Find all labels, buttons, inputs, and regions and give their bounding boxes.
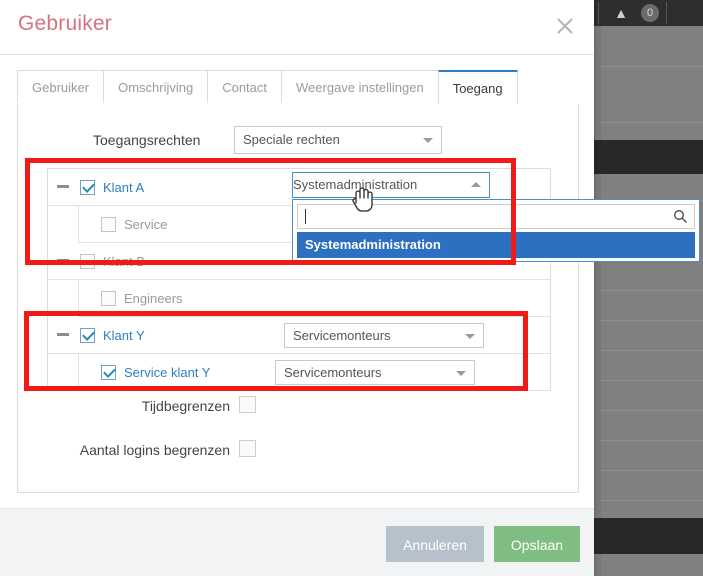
tab-gebruiker[interactable]: Gebruiker [17,70,105,103]
warning-triangle-icon[interactable]: ▲ [612,4,630,22]
row-label: Klant A [103,180,145,195]
gebruiker-dialog: Gebruiker Gebruiker Omschrijving Contact… [0,0,594,576]
background-app-left-column [594,26,601,576]
role-select[interactable]: Servicemonteurs [275,360,475,385]
row-checkbox[interactable] [101,217,116,232]
tab-toegang[interactable]: Toegang [437,70,518,104]
dialog-tabs: Gebruiker Omschrijving Contact Weergave … [17,70,579,105]
tab-weergave-instellingen[interactable]: Weergave instellingen [281,70,439,103]
row-checkbox[interactable] [80,180,95,195]
open-role-value: Systemadministration [293,177,418,192]
row-checkbox[interactable] [80,328,95,343]
background-dark-band [594,140,703,174]
role-value: Servicemonteurs [293,328,391,343]
cancel-button[interactable]: Annuleren [386,526,484,562]
background-divider [600,122,703,123]
collapse-minus-icon[interactable] [57,185,69,188]
row-label: Service klant Y [124,365,211,380]
background-divider [600,410,703,411]
login-limit-label: Aantal logins begrenzen [79,442,230,458]
notification-count-icon[interactable]: 0 [641,4,659,22]
row-label: Klant Y [103,328,145,343]
access-rights-label: Toegangsrechten [93,132,201,148]
tab-omschrijving[interactable]: Omschrijving [103,70,209,103]
page-title: Gebruiker [18,12,113,35]
access-rights-select[interactable]: Speciale rechten [234,126,442,154]
screen: ▲ 0 Gebruiker Gebruiker Omschrijving Con… [0,0,703,576]
role-select[interactable]: Servicemonteurs [284,323,484,348]
row-checkbox[interactable] [80,254,95,269]
login-limit-row: Aantal logins begrenzen [46,440,256,460]
time-limit-checkbox[interactable] [239,396,256,413]
background-divider [600,350,703,351]
chevron-down-icon [423,138,433,143]
toegang-panel: Toegangsrechten Speciale rechten Klant A… [17,104,579,493]
open-role-select[interactable]: Systemadministration [292,172,490,198]
role-dropdown-panel: Systemadministration [292,199,700,262]
table-row[interactable]: Klant Y Servicemonteurs [48,317,550,354]
background-app-panel [594,26,703,576]
access-rights-value: Speciale rechten [243,132,340,147]
background-app-toolbar: ▲ 0 [594,0,703,26]
background-divider [600,320,703,321]
time-limit-row: Tijdbegrenzen [128,396,256,416]
background-divider [600,440,703,441]
access-rights-row: Toegangsrechten Speciale rechten [18,126,578,154]
background-divider [600,500,703,501]
background-dark-band [594,518,703,554]
background-divider [600,380,703,381]
dropdown-option-systemadministration[interactable]: Systemadministration [297,232,695,258]
table-row[interactable]: Engineers [78,280,550,317]
role-value: Servicemonteurs [284,365,382,380]
row-checkbox[interactable] [101,365,116,380]
dialog-footer: Annuleren Opslaan [0,508,594,576]
background-divider [600,470,703,471]
row-label: Klant B [103,254,145,269]
chevron-up-icon [471,182,481,187]
chevron-down-icon [456,370,466,376]
close-icon[interactable] [552,13,578,39]
collapse-minus-icon[interactable] [57,259,69,262]
background-divider [600,290,703,291]
row-label: Service [124,217,168,232]
dropdown-search-field[interactable] [297,204,695,229]
text-caret [305,209,306,224]
chevron-down-icon [465,333,475,339]
save-button[interactable]: Opslaan [494,526,580,562]
dialog-header: Gebruiker [0,0,594,55]
collapse-minus-icon[interactable] [57,333,69,336]
time-limit-label: Tijdbegrenzen [141,398,230,414]
tab-contact[interactable]: Contact [207,70,283,103]
background-divider [600,66,703,67]
search-icon [673,209,688,229]
table-row[interactable]: Service klant Y Servicemonteurs [78,354,550,391]
row-label: Engineers [124,291,183,306]
row-checkbox[interactable] [101,291,116,306]
login-limit-checkbox[interactable] [239,440,256,457]
